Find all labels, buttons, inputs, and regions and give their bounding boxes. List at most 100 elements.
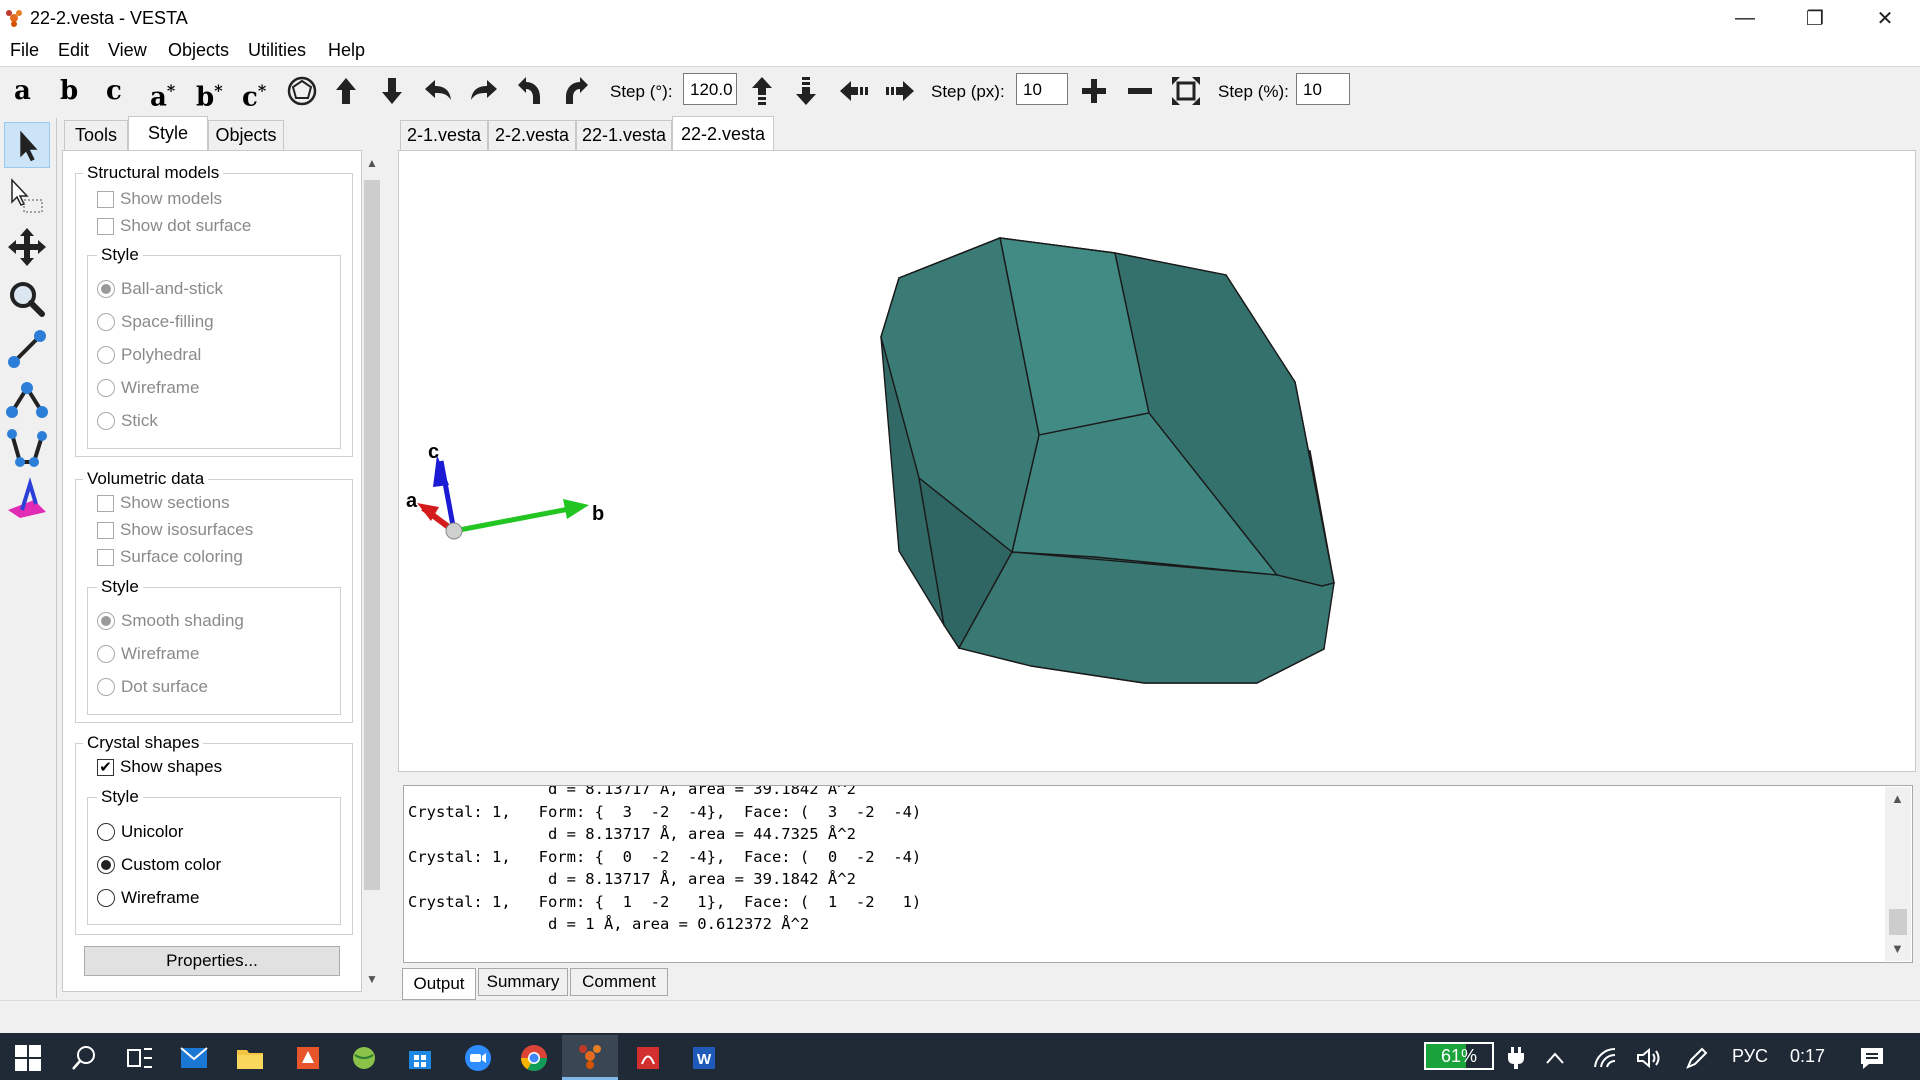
scroll-up-arrow-icon[interactable]: ▲: [366, 156, 378, 170]
dihedral-tool-icon[interactable]: [4, 426, 50, 472]
scroll-down-arrow-icon[interactable]: ▼: [366, 972, 378, 986]
radio-custom-color[interactable]: Custom color: [97, 855, 221, 875]
radio-ball-and-stick[interactable]: Ball-and-stick: [97, 279, 223, 299]
minimize-button[interactable]: —: [1710, 0, 1780, 36]
rotate-ccw-icon[interactable]: [514, 75, 546, 107]
menu-file[interactable]: File: [10, 40, 39, 61]
translate-up-icon[interactable]: [746, 75, 778, 107]
network-icon[interactable]: [1580, 1035, 1630, 1080]
rotate-left-icon[interactable]: [422, 75, 454, 107]
panel-scrollbar-thumb[interactable]: [364, 180, 380, 890]
office-app-icon[interactable]: [280, 1035, 336, 1080]
show-isosurfaces-checkbox[interactable]: Show isosurfaces: [97, 520, 253, 540]
globe-app-icon[interactable]: [336, 1035, 392, 1080]
step-px-input[interactable]: 10: [1016, 73, 1068, 105]
view-along-c-button[interactable]: c: [106, 75, 122, 107]
language-indicator[interactable]: РУС: [1732, 1046, 1768, 1067]
structure-viewport[interactable]: c a b: [398, 150, 1916, 772]
vesta-taskbar-icon[interactable]: [562, 1035, 618, 1080]
restore-button[interactable]: ❐: [1780, 0, 1850, 36]
doc-tab-22-1[interactable]: 22-1.vesta: [576, 120, 672, 150]
tab-output[interactable]: Output: [402, 968, 476, 1000]
store-icon[interactable]: [392, 1035, 448, 1080]
radio-wireframe-structural[interactable]: Wireframe: [97, 378, 199, 398]
view-along-c-star-button[interactable]: c*: [242, 75, 266, 113]
task-view-icon[interactable]: [112, 1035, 168, 1080]
zoom-in-icon[interactable]: [1078, 75, 1110, 107]
battery-indicator[interactable]: 61%: [1424, 1042, 1494, 1070]
step-degrees-input[interactable]: 120.0: [683, 73, 737, 105]
search-icon[interactable]: [56, 1035, 112, 1080]
radio-polyhedral[interactable]: Polyhedral: [97, 345, 201, 365]
translate-tool-icon[interactable]: [4, 224, 50, 270]
output-scrollbar-thumb[interactable]: [1889, 909, 1907, 935]
fit-to-screen-icon[interactable]: [1170, 75, 1202, 107]
radio-wireframe-volumetric[interactable]: Wireframe: [97, 644, 199, 664]
file-explorer-icon[interactable]: [222, 1035, 278, 1080]
start-windows-icon[interactable]: [0, 1035, 56, 1080]
view-along-a-star-button[interactable]: a*: [150, 75, 175, 113]
magnify-tool-icon[interactable]: [4, 276, 50, 322]
tab-comment[interactable]: Comment: [570, 968, 668, 996]
rotate-right-icon[interactable]: [468, 75, 500, 107]
tab-style[interactable]: Style: [128, 116, 208, 150]
show-sections-checkbox[interactable]: Show sections: [97, 493, 230, 513]
view-along-b-button[interactable]: b: [60, 75, 78, 107]
translate-right-icon[interactable]: [884, 75, 916, 107]
mail-icon[interactable]: [166, 1035, 222, 1080]
scroll-up-arrow-icon[interactable]: ▲: [1891, 791, 1904, 806]
angle-tool-icon[interactable]: [4, 376, 50, 422]
show-models-checkbox[interactable]: Show models: [97, 189, 222, 209]
lattice-plane-tool-icon[interactable]: [4, 476, 50, 522]
doc-tab-2-2[interactable]: 2-2.vesta: [488, 120, 576, 150]
rotate-down-icon[interactable]: [376, 75, 408, 107]
tab-tools[interactable]: Tools: [64, 120, 128, 150]
volume-icon[interactable]: [1624, 1035, 1674, 1080]
output-text-area[interactable]: d = 8.13717 Å, area = 39.1842 Å^2 Crysta…: [403, 785, 1913, 963]
clock[interactable]: 0:17: [1790, 1046, 1825, 1067]
rotate-up-icon[interactable]: [330, 75, 362, 107]
acrobat-icon[interactable]: [620, 1035, 676, 1080]
surface-coloring-checkbox[interactable]: Surface coloring: [97, 547, 243, 567]
show-dot-surface-checkbox[interactable]: Show dot surface: [97, 216, 251, 236]
distance-tool-icon[interactable]: [4, 326, 50, 372]
doc-tab-22-2[interactable]: 22-2.vesta: [672, 116, 774, 151]
menu-edit[interactable]: Edit: [58, 40, 89, 61]
polyhedron-view-icon[interactable]: [286, 75, 318, 107]
radio-stick[interactable]: Stick: [97, 411, 158, 431]
translate-down-icon[interactable]: [790, 75, 822, 107]
select-cursor-icon[interactable]: [4, 122, 50, 168]
menu-view[interactable]: View: [108, 40, 147, 61]
rotate-cw-icon[interactable]: [560, 75, 592, 107]
zoom-app-icon[interactable]: [450, 1035, 506, 1080]
tab-objects[interactable]: Objects: [208, 120, 284, 150]
notifications-icon[interactable]: [1844, 1035, 1900, 1080]
menu-objects[interactable]: Objects: [168, 40, 229, 61]
pen-icon[interactable]: [1672, 1035, 1722, 1080]
zoom-out-icon[interactable]: [1124, 75, 1156, 107]
view-along-b-star-button[interactable]: b*: [196, 75, 223, 113]
show-shapes-checkbox[interactable]: ✔ Show shapes: [97, 757, 222, 777]
radio-circle: [97, 379, 115, 397]
radio-wireframe-crystal[interactable]: Wireframe: [97, 888, 199, 908]
properties-button[interactable]: Properties...: [84, 946, 340, 976]
radio-circle: [97, 313, 115, 331]
word-icon[interactable]: W: [676, 1035, 732, 1080]
menu-utilities[interactable]: Utilities: [248, 40, 306, 61]
output-scrollbar[interactable]: ▲ ▼: [1885, 787, 1911, 961]
radio-space-filling[interactable]: Space-filling: [97, 312, 214, 332]
tab-summary[interactable]: Summary: [478, 968, 568, 996]
radio-dot-surface[interactable]: Dot surface: [97, 677, 208, 697]
translate-left-icon[interactable]: [838, 75, 870, 107]
doc-tab-2-1[interactable]: 2-1.vesta: [400, 120, 488, 150]
chevron-up-icon[interactable]: [1530, 1035, 1580, 1080]
view-along-a-button[interactable]: a: [14, 75, 31, 107]
close-button[interactable]: ✕: [1850, 0, 1920, 36]
chrome-icon[interactable]: [506, 1035, 562, 1080]
radio-unicolor[interactable]: Unicolor: [97, 822, 183, 842]
select-region-icon[interactable]: [4, 174, 50, 220]
step-percent-input[interactable]: 10: [1296, 73, 1350, 105]
menu-help[interactable]: Help: [328, 40, 365, 61]
scroll-down-arrow-icon[interactable]: ▼: [1891, 941, 1904, 956]
radio-smooth-shading[interactable]: Smooth shading: [97, 611, 244, 631]
